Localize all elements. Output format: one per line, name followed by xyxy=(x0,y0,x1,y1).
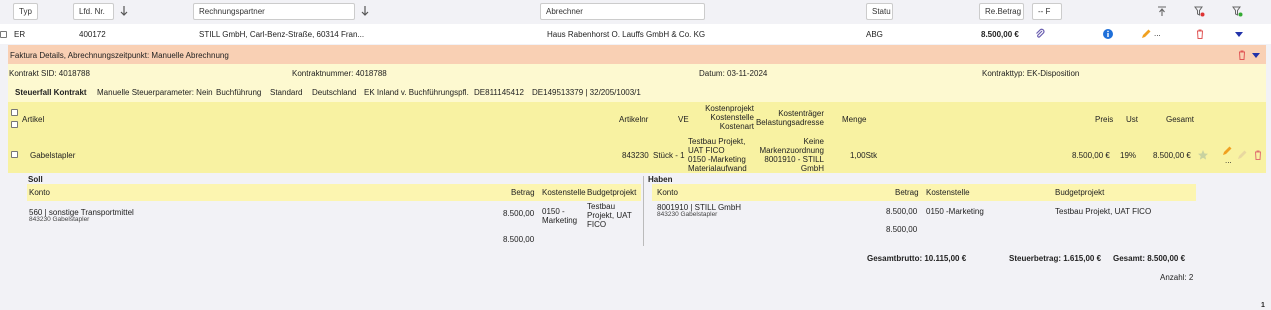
row-status: ABG xyxy=(866,30,883,39)
row-abrechner: Haus Rabenhorst O. Lauffs GmbH & Co. KG xyxy=(547,30,706,39)
info-icon[interactable] xyxy=(1102,28,1114,40)
filter-abrechner[interactable]: Abrechner xyxy=(540,3,705,20)
article-gesamt: 8.500,00 € xyxy=(1153,151,1191,160)
header-kosten: Kostenprojekt Kostenstelle Kostenart xyxy=(705,104,754,131)
currency-select-value: -- F xyxy=(1038,7,1051,16)
filter-clear-icon[interactable] xyxy=(1156,5,1168,17)
haben-budget: Testbau Projekt, UAT FICO xyxy=(1055,207,1152,216)
haben-header-betrag: Betrag xyxy=(895,188,919,197)
article-nr: 843230 xyxy=(622,151,649,160)
haben-betrag: 8.500,00 xyxy=(886,207,918,216)
steuerfall-item: Manuelle Steuerparameter: Nein xyxy=(97,88,213,97)
row-betrag: 8.500,00 € xyxy=(981,30,1019,39)
total-anzahl: Anzahl: 2 xyxy=(1160,273,1194,282)
header-ust: Ust xyxy=(1126,115,1138,124)
kontrakt-datum: Datum: 03-11-2024 xyxy=(699,69,768,78)
filter-status[interactable]: Statu xyxy=(866,3,893,20)
select-all-checkbox[interactable] xyxy=(11,109,18,116)
header-gesamt: Gesamt xyxy=(1166,115,1195,124)
haben-header-konto: Konto xyxy=(657,188,678,197)
row-more[interactable]: ... xyxy=(1154,29,1161,38)
star-icon[interactable] xyxy=(1197,149,1209,161)
row-rechnungspartner: STILL GmbH, Carl-Benz-Straße, 60314 Fran… xyxy=(199,30,365,39)
steuerfall-item: Deutschland xyxy=(312,88,357,97)
row-typ: ER xyxy=(14,30,26,39)
filter-apply-icon[interactable] xyxy=(1231,5,1243,17)
article-preis: 8.500,00 € xyxy=(1072,151,1110,160)
article-kostentraeger: Keine Markenzuordnung 8001910 - STILL Gm… xyxy=(759,137,824,173)
attachment-icon[interactable] xyxy=(1034,28,1046,40)
filter-lfd-nr[interactable]: Lfd. Nr. xyxy=(73,3,114,20)
soll-header-betrag: Betrag xyxy=(511,188,535,197)
steuerfall-item: DE811145412 xyxy=(474,88,524,97)
edit-icon[interactable] xyxy=(1140,28,1152,40)
header-kostentraeger: Kostenträger Belastungsadresse xyxy=(755,109,824,127)
row-checkbox[interactable] xyxy=(0,31,7,38)
select-all-checkbox-2[interactable] xyxy=(11,121,18,128)
soll-header-konto: Konto xyxy=(29,188,50,197)
steuerfall-item: DE149513379 | 32/205/1003/1 xyxy=(532,88,641,97)
article-kosten: Testbau Projekt, UAT FICO 0150 -Marketin… xyxy=(688,137,747,173)
soll-kostenstelle: 0150 - Marketing xyxy=(542,207,578,225)
article-checkbox[interactable] xyxy=(11,151,18,158)
steuerfall-item: EK Inland v. Buchführungspfl. xyxy=(364,88,469,97)
expand-triangle-icon[interactable] xyxy=(1233,28,1245,40)
soll-sum: 8.500,00 xyxy=(503,235,535,244)
kontrakttyp: Kontrakttyp: EK-Disposition xyxy=(982,69,1080,78)
soll-title: Soll xyxy=(28,175,43,184)
kontraktnummer: Kontraktnummer: 4018788 xyxy=(292,69,387,78)
delete-icon[interactable] xyxy=(1252,149,1264,161)
article-ve: Stück - 1 xyxy=(653,151,685,160)
soll-header-kostenstelle: Kostenstelle xyxy=(542,188,586,197)
currency-select[interactable]: -- F xyxy=(1032,3,1062,20)
delete-icon[interactable] xyxy=(1194,28,1206,40)
steuerfall-label: Steuerfall Kontrakt xyxy=(15,88,87,97)
filter-re-betrag[interactable]: Re.Betrag xyxy=(979,3,1024,20)
header-menge: Menge xyxy=(842,115,867,124)
page-number[interactable]: 1 xyxy=(1261,302,1265,309)
article-ust: 19% xyxy=(1120,151,1137,160)
kontrakt-sid: Kontrakt SID: 4018788 xyxy=(9,69,90,78)
header-artikelnr: Artikelnr xyxy=(619,115,649,124)
delete-icon[interactable] xyxy=(1236,49,1248,61)
soll-betrag: 8.500,00 xyxy=(503,209,535,218)
steuerfall-item: Standard xyxy=(270,88,303,97)
total-steuerbetrag: Steuerbetrag: 1.615,00 € xyxy=(1009,254,1102,263)
haben-header-kostenstelle: Kostenstelle xyxy=(926,188,970,197)
header-artikel: Artikel xyxy=(22,115,45,124)
sort-arrow-icon[interactable] xyxy=(359,5,371,17)
edit-disabled-icon xyxy=(1238,150,1247,159)
faktura-title: Faktura Details, Abrechnungszeitpunkt: M… xyxy=(10,51,229,60)
header-preis: Preis xyxy=(1095,115,1114,124)
filter-remove-icon[interactable] xyxy=(1193,5,1205,17)
collapse-triangle-icon[interactable] xyxy=(1250,49,1262,61)
haben-konto-sub: 843230 Gabelstapler xyxy=(657,211,718,218)
steuerfall-item: Buchführung xyxy=(216,88,262,97)
filter-typ[interactable]: Typ xyxy=(13,3,38,20)
sort-arrow-icon[interactable] xyxy=(118,5,130,17)
article-menge: 1,00Stk xyxy=(850,151,878,160)
filter-rechnungspartner[interactable]: Rechnungspartner xyxy=(193,3,355,20)
article-more[interactable]: ... xyxy=(1225,156,1232,165)
haben-sum: 8.500,00 xyxy=(886,225,918,234)
row-lfd-nr: 400172 xyxy=(79,30,106,39)
haben-title: Haben xyxy=(648,175,673,184)
total-gesamtbrutto: Gesamtbrutto: 10.115,00 € xyxy=(867,254,967,263)
soll-budget: Testbau Projekt, UAT FICO xyxy=(587,202,632,229)
haben-header-budget: Budgetprojekt xyxy=(1055,188,1105,197)
article-name: Gabelstapler xyxy=(30,151,76,160)
soll-header-budget: Budgetprojekt xyxy=(587,188,637,197)
total-gesamt: Gesamt: 8.500,00 € xyxy=(1113,254,1186,263)
soll-haben-divider xyxy=(643,176,644,246)
soll-konto-sub: 843230 Gabelstapler xyxy=(29,216,90,223)
haben-header xyxy=(652,184,1196,201)
header-ve: VE xyxy=(678,115,689,124)
haben-kostenstelle: 0150 -Marketing xyxy=(926,207,984,216)
